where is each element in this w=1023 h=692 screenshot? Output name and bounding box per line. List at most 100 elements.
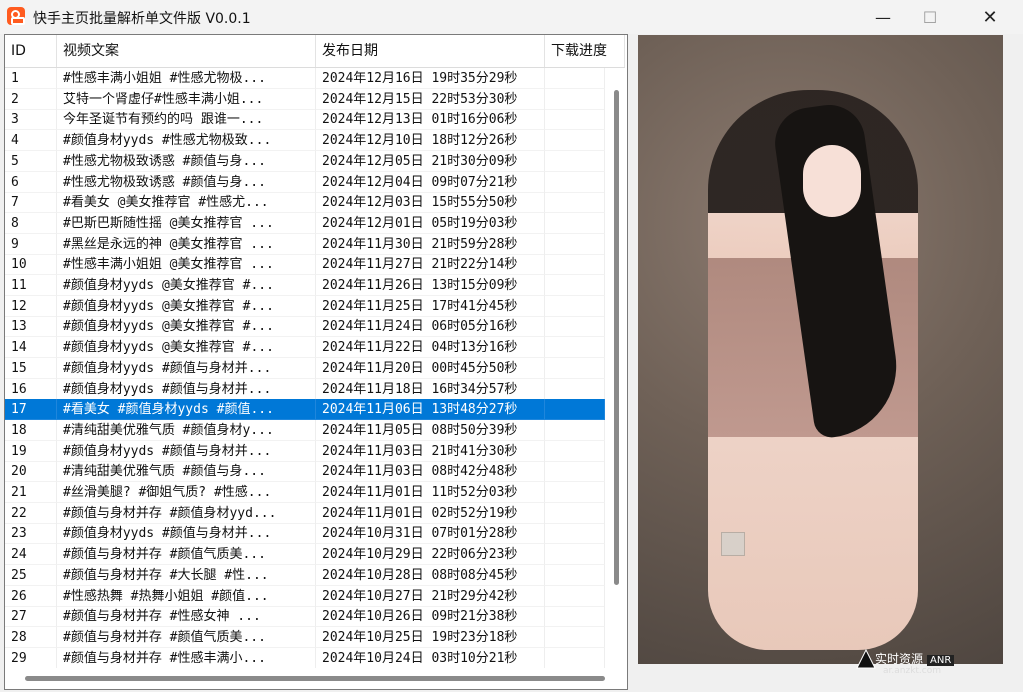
vertical-scrollbar[interactable] xyxy=(611,68,623,688)
caption-cell: #颜值与身材并存 #颜值身材yyd... xyxy=(57,502,316,524)
id-cell: 4 xyxy=(5,130,57,152)
table-row[interactable]: 17 #看美女 #颜值身材yyds #颜值... 2024年11月06日 13时48… xyxy=(5,399,605,421)
caption-cell: #巴斯巴斯随性摇 @美女推荐官 ... xyxy=(57,212,316,234)
date-cell: 2024年11月01日 11时52分03秒 xyxy=(316,482,545,503)
id-cell: 1 xyxy=(5,68,57,89)
watermark-logo-icon xyxy=(856,648,876,669)
table-row[interactable]: 20 #清纯甜美优雅气质 #颜值与身... 2024年11月03日 08时42分48… xyxy=(5,461,605,483)
maximize-button[interactable]: ☐ xyxy=(907,0,953,34)
table-row[interactable]: 5 #性感尤物极致诱惑 #颜值与身... 2024年12月05日 21时30分09秒 xyxy=(5,150,605,172)
id-cell: 26 xyxy=(5,585,57,607)
table-row[interactable]: 26 #性感热舞 #热舞小姐姐 #颜值... 2024年10月27日 21时29分4… xyxy=(5,585,605,607)
id-cell: 28 xyxy=(5,626,57,648)
table-row[interactable]: 24 #颜值与身材并存 #颜值气质美... 2024年10月29日 22时06分23… xyxy=(5,544,605,566)
table-row[interactable]: 13 #颜值身材yyds @美女推荐官 #... 2024年11月24日 06时05… xyxy=(5,316,605,338)
date-cell: 2024年12月15日 22时53分30秒 xyxy=(316,88,545,110)
table-row[interactable]: 7 #看美女 @美女推荐官 #性感尤... 2024年12月03日 15时55分50… xyxy=(5,192,605,214)
table-row[interactable]: 29 #颜值与身材并存 #性感丰满小... 2024年10月24日 03时10分21… xyxy=(5,647,605,668)
table-row[interactable]: 22 #颜值与身材并存 #颜值身材yyd... 2024年11月01日 02时52分… xyxy=(5,502,605,524)
table-row[interactable]: 11 #颜值身材yyds @美女推荐官 #... 2024年11月26日 13时15… xyxy=(5,275,605,296)
caption-cell: #性感热舞 #热舞小姐姐 #颜值... xyxy=(57,585,316,607)
id-cell: 7 xyxy=(5,192,57,214)
table-row[interactable]: 1 #性感丰满小姐姐 #性感尤物极... 2024年12月16日 19时35分29秒 xyxy=(5,68,605,89)
date-cell: 2024年10月29日 22时06分23秒 xyxy=(316,544,545,566)
window-title: 快手主页批量解析单文件版 V0.0.1 xyxy=(33,11,251,27)
app-window: 快手主页批量解析单文件版 V0.0.1 — ☐ ✕ ID 视频文案 发布日期 下… xyxy=(0,0,1023,692)
horizontal-scrollbar[interactable] xyxy=(5,671,610,685)
id-cell: 8 xyxy=(5,212,57,234)
id-cell: 6 xyxy=(5,171,57,193)
table-row[interactable]: 14 #颜值身材yyds @美女推荐官 #... 2024年11月22日 04时13… xyxy=(5,337,605,359)
date-cell: 2024年10月28日 08时08分45秒 xyxy=(316,564,545,586)
vertical-scroll-thumb[interactable] xyxy=(614,90,619,585)
minimize-button[interactable]: — xyxy=(860,0,906,34)
table-row[interactable]: 25 #颜值与身材并存 #大长腿 #性... 2024年10月28日 08时08分4… xyxy=(5,564,605,586)
video-list[interactable]: ID 视频文案 发布日期 下载进度 1 #性感丰满小姐姐 #性感尤物极... 202… xyxy=(4,34,628,690)
table-row[interactable]: 4 #颜值身材yyds #性感尤物极致... 2024年12月10日 18时12分2… xyxy=(5,130,605,152)
table-row[interactable]: 6 #性感尤物极致诱惑 #颜值与身... 2024年12月04日 09时07分21秒 xyxy=(5,171,605,193)
progress-cell xyxy=(545,150,605,172)
table-row[interactable]: 19 #颜值身材yyds #颜值与身材并... 2024年11月03日 21时41分… xyxy=(5,440,605,462)
table-row[interactable]: 23 #颜值身材yyds #颜值与身材并... 2024年10月31日 07时01分… xyxy=(5,523,605,545)
id-cell: 19 xyxy=(5,440,57,462)
progress-cell xyxy=(545,378,605,400)
date-cell: 2024年11月24日 06时05分16秒 xyxy=(316,316,545,338)
caption-cell: #颜值身材yyds @美女推荐官 #... xyxy=(57,337,316,359)
id-cell: 27 xyxy=(5,606,57,628)
table-row[interactable]: 21 #丝滑美腿? #御姐气质? #性感... 2024年11月01日 11时52分… xyxy=(5,482,605,503)
table-row[interactable]: 27 #颜值与身材并存 #性感女神 ... 2024年10月26日 09时21分38… xyxy=(5,606,605,628)
progress-cell xyxy=(545,564,605,586)
table-row[interactable]: 3 今年圣诞节有预约的吗 跟谁一... 2024年12月13日 01时16分06秒 xyxy=(5,109,605,131)
date-cell: 2024年11月01日 02时52分19秒 xyxy=(316,502,545,524)
table-row[interactable]: 2 艾特一个肾虚仔#性感丰满小姐... 2024年12月15日 22时53分30秒 xyxy=(5,88,605,110)
progress-cell xyxy=(545,130,605,152)
caption-cell: 艾特一个肾虚仔#性感丰满小姐... xyxy=(57,88,316,110)
id-cell: 17 xyxy=(5,399,57,421)
column-header-date[interactable]: 发布日期 xyxy=(316,35,545,67)
caption-cell: #颜值与身材并存 #大长腿 #性... xyxy=(57,564,316,586)
table-row[interactable]: 15 #颜值身材yyds #颜值与身材并... 2024年11月20日 00时45分… xyxy=(5,357,605,379)
table-row[interactable]: 9 #黑丝是永远的神 @美女推荐官 ... 2024年11月30日 21时59分28… xyxy=(5,233,605,255)
date-cell: 2024年11月20日 00时45分50秒 xyxy=(316,357,545,379)
caption-cell: #颜值身材yyds #颜值与身材并... xyxy=(57,440,316,462)
id-cell: 24 xyxy=(5,544,57,566)
horizontal-scroll-thumb[interactable] xyxy=(25,676,605,681)
caption-cell: #性感尤物极致诱惑 #颜值与身... xyxy=(57,171,316,193)
date-cell: 2024年12月01日 05时19分03秒 xyxy=(316,212,545,234)
progress-cell xyxy=(545,419,605,441)
table-row[interactable]: 10 #性感丰满小姐姐 @美女推荐官 ... 2024年11月27日 21时22分1… xyxy=(5,254,605,276)
id-cell: 21 xyxy=(5,482,57,503)
progress-cell xyxy=(545,109,605,131)
close-button[interactable]: ✕ xyxy=(967,0,1013,34)
caption-cell: #性感丰满小姐姐 @美女推荐官 ... xyxy=(57,254,316,276)
id-cell: 5 xyxy=(5,150,57,172)
watermark-text: 实时资源 xyxy=(875,652,924,666)
date-cell: 2024年11月25日 17时41分45秒 xyxy=(316,295,545,317)
progress-cell xyxy=(545,254,605,276)
watermark-brand: ANR xyxy=(927,655,955,666)
caption-cell: #颜值身材yyds @美女推荐官 #... xyxy=(57,316,316,338)
table-row[interactable]: 28 #颜值与身材并存 #颜值气质美... 2024年10月25日 19时23分18… xyxy=(5,626,605,648)
progress-cell xyxy=(545,357,605,379)
kuaishou-app-icon xyxy=(7,7,25,25)
date-cell: 2024年11月18日 16时34分57秒 xyxy=(316,378,545,400)
date-cell: 2024年12月16日 19时35分29秒 xyxy=(316,68,545,89)
id-cell: 2 xyxy=(5,88,57,110)
caption-cell: #颜值身材yyds @美女推荐官 #... xyxy=(57,295,316,317)
table-row[interactable]: 18 #清纯甜美优雅气质 #颜值身材y... 2024年11月05日 08时50分3… xyxy=(5,419,605,441)
table-row[interactable]: 12 #颜值身材yyds @美女推荐官 #... 2024年11月25日 17时41… xyxy=(5,295,605,317)
caption-cell: #清纯甜美优雅气质 #颜值身材y... xyxy=(57,419,316,441)
caption-cell: #颜值与身材并存 #性感丰满小... xyxy=(57,647,316,668)
column-header-id[interactable]: ID xyxy=(5,35,57,67)
column-header-caption[interactable]: 视频文案 xyxy=(57,35,316,67)
caption-cell: #颜值身材yyds #颜值与身材并... xyxy=(57,357,316,379)
caption-cell: #颜值身材yyds @美女推荐官 #... xyxy=(57,275,316,296)
progress-cell xyxy=(545,68,605,89)
date-cell: 2024年10月31日 07时01分28秒 xyxy=(316,523,545,545)
table-row[interactable]: 8 #巴斯巴斯随性摇 @美女推荐官 ... 2024年12月01日 05时19分03… xyxy=(5,212,605,234)
table-row[interactable]: 16 #颜值身材yyds #颜值与身材并... 2024年11月18日 16时34分… xyxy=(5,378,605,400)
id-cell: 29 xyxy=(5,647,57,668)
date-cell: 2024年10月25日 19时23分18秒 xyxy=(316,626,545,648)
progress-cell xyxy=(545,212,605,234)
column-header-progress[interactable]: 下载进度 xyxy=(545,35,625,67)
